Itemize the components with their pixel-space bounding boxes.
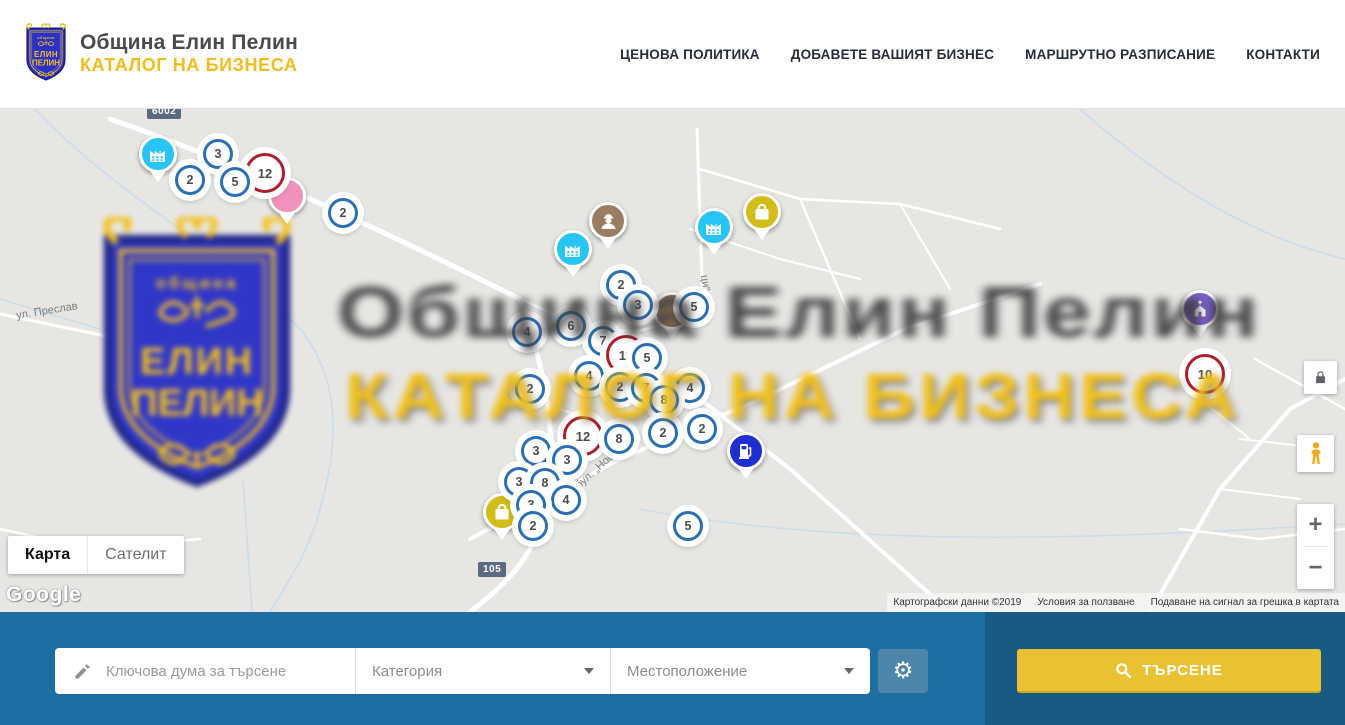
map-attribution: Картографски данни ©2019 Условия за ползв… — [887, 593, 1345, 612]
map-cluster-marker[interactable]: 5 — [673, 511, 703, 541]
nav-item-2[interactable]: МАРШРУТНО РАЗПИСАНИЕ — [1025, 47, 1215, 62]
map-pin-bag[interactable] — [483, 493, 521, 531]
map-cluster-marker[interactable]: 4 — [551, 485, 581, 515]
search-bar: Категория Местоположение ⚙ ТЪРСЕНЕ — [0, 612, 1345, 725]
attribution-link[interactable]: Подаване на сигнал за грешка в картата — [1151, 597, 1339, 608]
factory-icon — [704, 217, 725, 238]
factory-icon — [148, 144, 169, 165]
municipality-crest-icon: община ЕЛИН ПЕЛИН — [22, 22, 70, 84]
location-select[interactable]: Местоположение — [610, 648, 870, 694]
keyword-field-section — [55, 648, 355, 694]
watermark-title: Община Елин Пелин — [337, 272, 1261, 354]
map-type-satellite-button[interactable]: Сателит — [87, 536, 183, 574]
watermark-subtitle: КАТАЛОГ НА БИЗНЕСА — [345, 359, 1241, 433]
nav-item-1[interactable]: ДОБАВЕТЕ ВАШИЯТ БИЗНЕС — [791, 47, 994, 62]
lock-icon — [1313, 370, 1328, 385]
svg-text:ЕЛИН: ЕЛИН — [140, 340, 254, 382]
pegman-icon — [1305, 441, 1327, 467]
map-lock-button[interactable] — [1304, 361, 1337, 394]
watermark-crest: община ЕЛИН ПЕЛИН — [82, 217, 312, 495]
attribution-link[interactable]: Условия за ползване — [1037, 597, 1134, 608]
site-logo[interactable]: община ЕЛИН ПЕЛИН Община Елин Пелин КАТА… — [22, 22, 298, 84]
site-subtitle: КАТАЛОГ НА БИЗНЕСА — [80, 55, 298, 76]
map-type-control: Карта Сателит — [8, 536, 184, 574]
map-pin-factory[interactable] — [554, 230, 592, 268]
svg-text:община: община — [37, 36, 54, 40]
map-type-map-button[interactable]: Карта — [8, 536, 87, 574]
gas-icon — [736, 441, 756, 461]
svg-text:ЕЛИН: ЕЛИН — [34, 50, 58, 59]
nav-item-0[interactable]: ЦЕНОВА ПОЛИТИКА — [620, 47, 760, 62]
map-cluster-marker[interactable]: 3 — [552, 445, 582, 475]
road-shield-label: 6002 — [147, 109, 181, 119]
map-cluster-marker[interactable]: 12 — [245, 153, 285, 193]
gear-icon: ⚙ — [893, 660, 914, 683]
zoom-control: + − — [1297, 504, 1334, 589]
street-view-pegman-button[interactable] — [1297, 435, 1334, 472]
map-cluster-marker[interactable]: 2 — [518, 511, 548, 541]
zoom-out-button[interactable]: − — [1297, 547, 1334, 589]
map-cluster-marker[interactable]: 3 — [521, 436, 551, 466]
factory-icon — [563, 239, 584, 260]
advanced-settings-button[interactable]: ⚙ — [878, 649, 928, 693]
map-pin-factory[interactable] — [695, 208, 733, 246]
chevron-down-icon — [584, 668, 594, 674]
map-cluster-marker[interactable]: 3 — [203, 139, 233, 169]
search-button-label: ТЪРСЕНЕ — [1142, 662, 1223, 679]
category-select-label: Категория — [372, 663, 584, 680]
site-title: Община Елин Пелин — [80, 31, 298, 55]
bag-icon — [492, 502, 512, 522]
main-nav: ЦЕНОВА ПОЛИТИКА ДОБАВЕТЕ ВАШИЯТ БИЗНЕС МАР… — [620, 0, 1320, 109]
map-cluster-marker[interactable]: 5 — [220, 167, 250, 197]
chevron-down-icon — [844, 668, 854, 674]
svg-text:ПЕЛИН: ПЕЛИН — [130, 382, 263, 424]
header: община ЕЛИН ПЕЛИН Община Елин Пелин КАТА… — [0, 0, 1345, 109]
road-shield-label: 105 — [478, 562, 506, 577]
google-logo[interactable]: Google — [6, 583, 81, 607]
attribution-text: Картографски данни ©2019 — [893, 597, 1021, 608]
pencil-icon — [73, 662, 92, 681]
map-pin-factory[interactable] — [139, 135, 177, 173]
location-select-label: Местоположение — [627, 663, 844, 680]
map-cluster-marker[interactable]: 2 — [328, 198, 358, 228]
svg-text:ПЕЛИН: ПЕЛИН — [32, 59, 60, 68]
map-cluster-marker[interactable]: 2 — [175, 165, 205, 195]
map-canvas[interactable]: община ЕЛИН ПЕЛИН Община Елин Пелин КАТА… — [0, 109, 1345, 612]
search-icon — [1115, 662, 1132, 679]
nav-item-3[interactable]: КОНТАКТИ — [1246, 47, 1320, 62]
map-pin-gas[interactable] — [727, 432, 765, 470]
category-select[interactable]: Категория — [355, 648, 610, 694]
svg-text:община: община — [156, 273, 239, 292]
map-pin-bag[interactable] — [743, 193, 781, 231]
search-button[interactable]: ТЪРСЕНЕ — [1017, 649, 1321, 693]
worker-icon — [598, 211, 619, 232]
bag-icon — [752, 202, 772, 222]
zoom-in-button[interactable]: + — [1297, 504, 1334, 546]
map-pin-worker[interactable] — [589, 202, 627, 240]
search-fields-group: Категория Местоположение — [55, 648, 870, 694]
keyword-search-input[interactable] — [104, 662, 334, 681]
